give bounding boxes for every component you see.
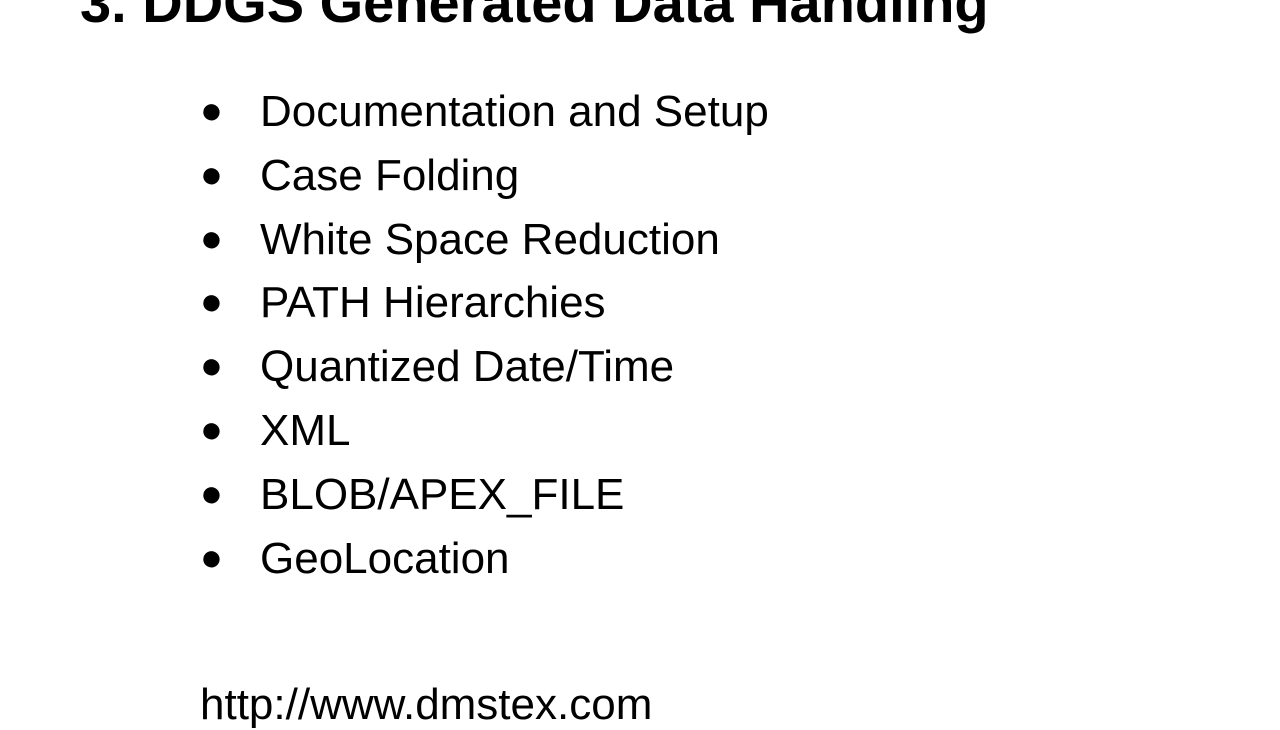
list-item: Documentation and Setup: [200, 80, 769, 144]
list-item: Case Folding: [200, 144, 769, 208]
footer-url: http://www.dmstex.com: [200, 680, 652, 730]
list-item: White Space Reduction: [200, 208, 769, 272]
list-item: PATH Hierarchies: [200, 271, 769, 335]
list-item: XML: [200, 399, 769, 463]
list-item: BLOB/APEX_FILE: [200, 463, 769, 527]
slide-container: 3. DDGS Generated Data Handling Document…: [0, 0, 1280, 720]
list-item: GeoLocation: [200, 527, 769, 591]
bullet-list: Documentation and Setup Case Folding Whi…: [200, 80, 769, 590]
slide-title: 3. DDGS Generated Data Handling: [80, 0, 989, 35]
list-item: Quantized Date/Time: [200, 335, 769, 399]
